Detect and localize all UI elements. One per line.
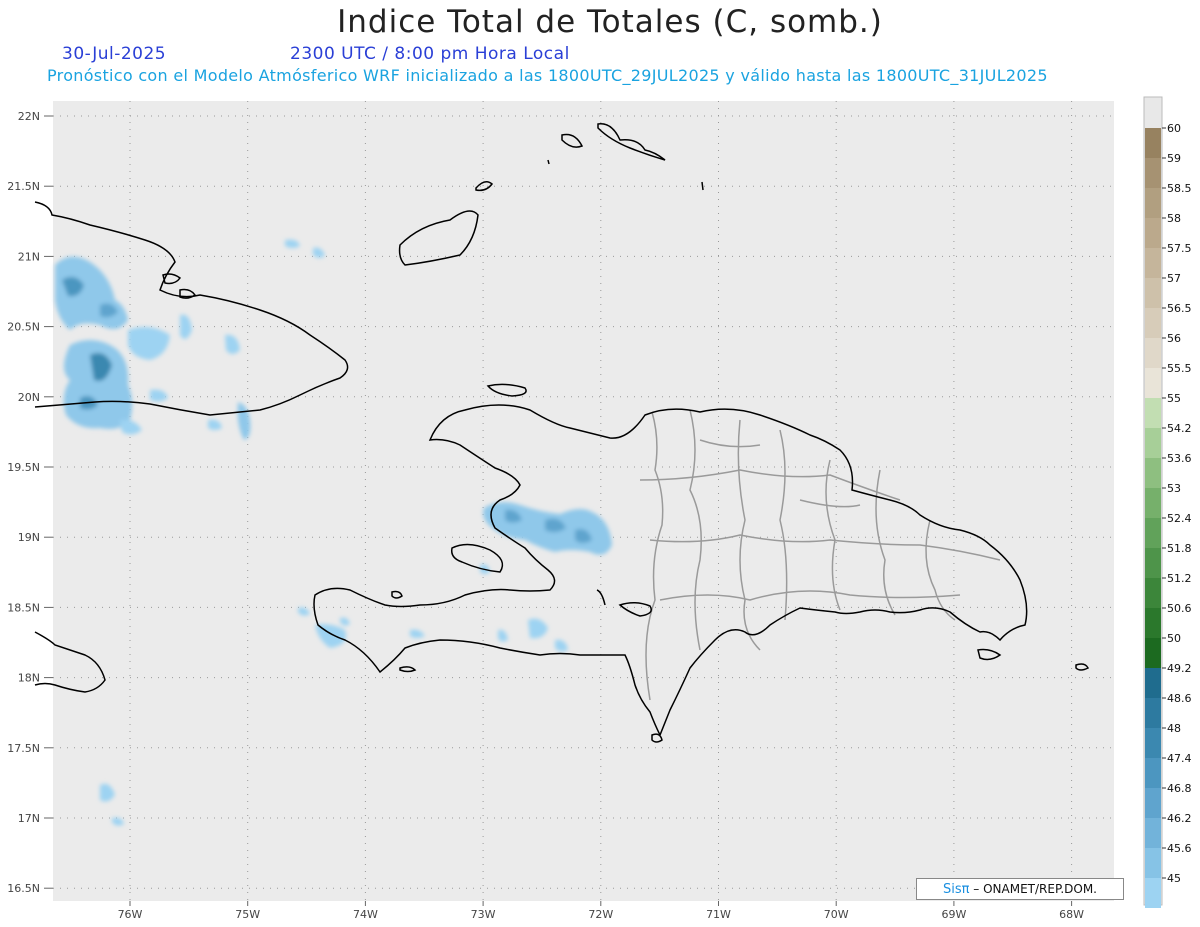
coast-small1 [547, 159, 550, 165]
lon-label: 76W [118, 908, 143, 921]
colorbar-swatch [1145, 728, 1161, 758]
colorbar-label: 55.5 [1167, 362, 1192, 375]
colorbar-label: 46.8 [1167, 782, 1192, 795]
lon-label: 74W [353, 908, 378, 921]
colorbar-label: 53.6 [1167, 452, 1192, 465]
colorbar: 60 59 58.5 58 57.5 57 56.5 56 55.5 55 54.2 53.6 53 52… [1145, 122, 1192, 908]
lat-label: 18.5N [7, 601, 40, 614]
colorbar-swatch [1145, 158, 1161, 188]
colorbar-label: 56 [1167, 332, 1181, 345]
lon-labels: 76W 75W 74W 73W 72W 71W 70W 69W 68W [118, 908, 1085, 921]
colorbar-swatch [1145, 128, 1161, 158]
colorbar-label: 48.6 [1167, 692, 1192, 705]
lon-label: 71W [706, 908, 731, 921]
colorbar-label: 55 [1167, 392, 1181, 405]
lat-label: 22N [18, 110, 40, 123]
lat-label: 21N [18, 250, 40, 263]
lat-labels: 22N 21.5N 21N 20.5N 20N 19.5N 19N 18.5N 18N 17.5N… [7, 110, 40, 895]
colorbar-label: 58 [1167, 212, 1181, 225]
colorbar-label: 50.6 [1167, 602, 1192, 615]
lat-label: 19N [18, 531, 40, 544]
colorbar-swatch [1145, 758, 1161, 788]
colorbar-label: 52.4 [1167, 512, 1192, 525]
colorbar-swatch [1145, 428, 1161, 458]
lon-label: 70W [824, 908, 849, 921]
colorbar-swatch [1145, 308, 1161, 338]
colorbar-label: 45 [1167, 872, 1181, 885]
credit-brand: Sisπ [942, 882, 970, 897]
colorbar-label: 49.2 [1167, 662, 1192, 675]
colorbar-label: 58.5 [1167, 182, 1192, 195]
colorbar-label: 48 [1167, 722, 1181, 735]
lat-label: 20.5N [7, 321, 40, 334]
colorbar-label: 50 [1167, 632, 1181, 645]
colorbar-label: 47.4 [1167, 752, 1192, 765]
lon-label: 75W [235, 908, 260, 921]
colorbar-swatch [1145, 518, 1161, 548]
colorbar-swatch [1145, 818, 1161, 848]
lon-label: 69W [941, 908, 966, 921]
colorbar-swatch [1145, 548, 1161, 578]
lat-label: 18N [18, 672, 40, 685]
lon-label: 73W [471, 908, 496, 921]
colorbar-swatch [1145, 878, 1161, 908]
lat-label: 20N [18, 391, 40, 404]
colorbar-swatch [1145, 218, 1161, 248]
lat-label: 21.5N [7, 180, 40, 193]
colorbar-label: 57 [1167, 272, 1181, 285]
map-svg: 22N 21.5N 21N 20.5N 20N 19.5N 19N 18.5N 18N 17.5N… [7, 96, 1192, 921]
map-background [53, 101, 1114, 901]
credit-text: – ONAMET/REP.DOM. [973, 882, 1097, 896]
lon-label: 68W [1059, 908, 1084, 921]
colorbar-swatch [1145, 668, 1161, 698]
colorbar-label: 45.6 [1167, 842, 1192, 855]
colorbar-swatch [1145, 638, 1161, 668]
credit-box: Sisπ – ONAMET/REP.DOM. [916, 878, 1124, 900]
colorbar-swatch [1145, 188, 1161, 218]
colorbar-swatch [1145, 398, 1161, 428]
colorbar-swatch [1145, 788, 1161, 818]
colorbar-swatch [1145, 368, 1161, 398]
colorbar-swatch [1145, 278, 1161, 308]
colorbar-label: 56.5 [1167, 302, 1192, 315]
lat-label: 16.5N [7, 882, 40, 895]
colorbar-label: 60 [1167, 122, 1181, 135]
colorbar-swatch [1145, 848, 1161, 878]
colorbar-swatch [1145, 248, 1161, 278]
lat-label: 17N [18, 812, 40, 825]
lon-label: 72W [588, 908, 613, 921]
colorbar-label: 51.8 [1167, 542, 1192, 555]
colorbar-label: 54.2 [1167, 422, 1192, 435]
colorbar-label: 46.2 [1167, 812, 1192, 825]
colorbar-label: 57.5 [1167, 242, 1192, 255]
colorbar-swatch [1145, 608, 1161, 638]
coast-small2 [701, 181, 704, 191]
lat-label: 19.5N [7, 461, 40, 474]
lat-label: 17.5N [7, 742, 40, 755]
colorbar-label: 51.2 [1167, 572, 1192, 585]
colorbar-swatch [1145, 488, 1161, 518]
colorbar-swatch [1145, 698, 1161, 728]
colorbar-label: 59 [1167, 152, 1181, 165]
colorbar-swatch [1145, 578, 1161, 608]
colorbar-label: 53 [1167, 482, 1181, 495]
colorbar-swatch [1145, 458, 1161, 488]
colorbar-swatch [1145, 338, 1161, 368]
